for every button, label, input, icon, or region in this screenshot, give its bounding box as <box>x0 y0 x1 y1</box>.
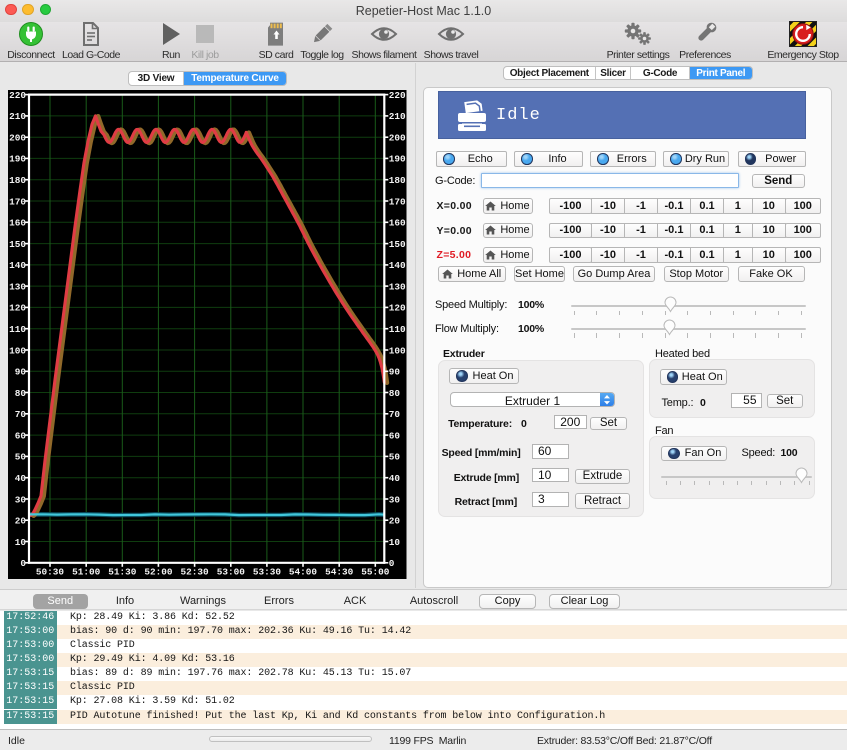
svg-text:90: 90 <box>389 367 401 378</box>
svg-text:110: 110 <box>389 324 406 335</box>
svg-text:20: 20 <box>15 516 27 527</box>
svg-text:160: 160 <box>9 218 26 229</box>
svg-text:50: 50 <box>15 452 27 463</box>
svg-text:40: 40 <box>15 473 27 484</box>
svg-text:220: 220 <box>389 90 406 101</box>
svg-text:55:00: 55:00 <box>361 567 390 578</box>
svg-text:90: 90 <box>15 367 27 378</box>
svg-text:51:30: 51:30 <box>108 567 137 578</box>
svg-text:70: 70 <box>389 409 401 420</box>
svg-text:210: 210 <box>9 111 26 122</box>
svg-text:210: 210 <box>389 111 406 122</box>
svg-text:150: 150 <box>389 239 406 250</box>
svg-text:160: 160 <box>389 218 406 229</box>
svg-text:130: 130 <box>9 281 26 292</box>
svg-text:53:00: 53:00 <box>217 567 246 578</box>
svg-text:60: 60 <box>15 430 27 441</box>
svg-text:140: 140 <box>389 260 406 271</box>
svg-text:80: 80 <box>389 388 401 399</box>
svg-text:190: 190 <box>9 154 26 165</box>
svg-text:170: 170 <box>9 196 26 207</box>
svg-text:80: 80 <box>15 388 27 399</box>
svg-text:30: 30 <box>15 494 27 505</box>
svg-text:50: 50 <box>389 452 401 463</box>
svg-text:51:00: 51:00 <box>72 567 101 578</box>
svg-text:0: 0 <box>20 558 26 569</box>
svg-text:54:30: 54:30 <box>325 567 354 578</box>
svg-text:60: 60 <box>389 430 401 441</box>
svg-text:100: 100 <box>9 345 26 356</box>
svg-text:150: 150 <box>9 239 26 250</box>
svg-text:120: 120 <box>389 303 406 314</box>
svg-text:180: 180 <box>389 175 406 186</box>
svg-text:52:30: 52:30 <box>181 567 210 578</box>
svg-text:54:00: 54:00 <box>289 567 318 578</box>
svg-text:52:00: 52:00 <box>144 567 173 578</box>
svg-text:20: 20 <box>389 516 401 527</box>
svg-text:200: 200 <box>9 133 26 144</box>
svg-text:110: 110 <box>9 324 26 335</box>
svg-text:10: 10 <box>15 537 27 548</box>
svg-text:40: 40 <box>389 473 401 484</box>
svg-text:140: 140 <box>9 260 26 271</box>
svg-text:180: 180 <box>9 175 26 186</box>
svg-text:70: 70 <box>15 409 27 420</box>
svg-text:10: 10 <box>389 537 401 548</box>
svg-text:220: 220 <box>9 90 26 101</box>
svg-text:120: 120 <box>9 303 26 314</box>
svg-text:190: 190 <box>389 154 406 165</box>
svg-text:130: 130 <box>389 281 406 292</box>
svg-text:200: 200 <box>389 133 406 144</box>
svg-text:30: 30 <box>389 494 401 505</box>
svg-text:50:30: 50:30 <box>36 567 65 578</box>
svg-text:53:30: 53:30 <box>253 567 282 578</box>
svg-text:0: 0 <box>389 558 395 569</box>
svg-text:170: 170 <box>389 196 406 207</box>
svg-text:100: 100 <box>389 345 406 356</box>
